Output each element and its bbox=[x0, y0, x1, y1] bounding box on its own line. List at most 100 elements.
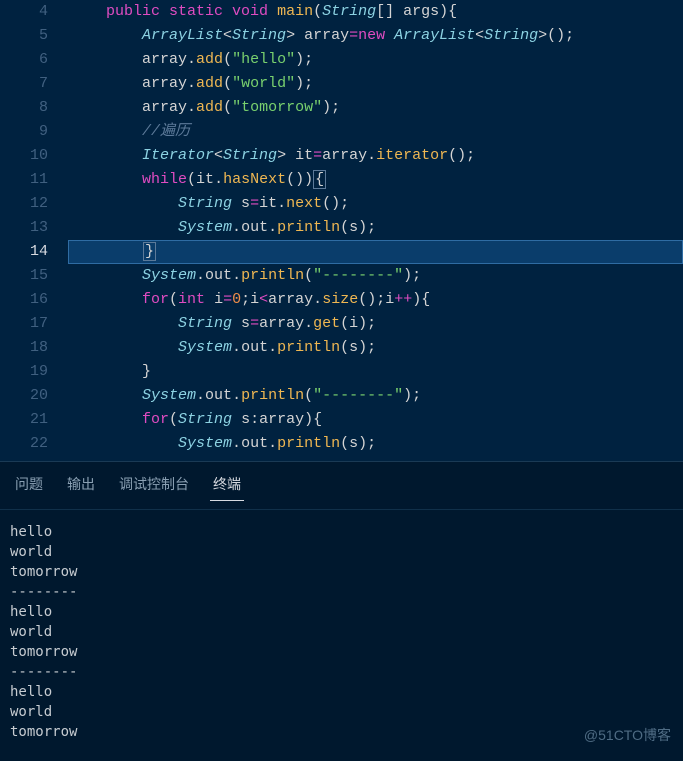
code-line[interactable]: for(String s:array){ bbox=[68, 408, 683, 432]
token: for bbox=[142, 411, 169, 428]
bottom-panel: 问题输出调试控制台终端 helloworldtomorrow--------he… bbox=[0, 461, 683, 761]
token: < bbox=[259, 291, 268, 308]
token: . bbox=[196, 267, 205, 284]
token: s bbox=[241, 315, 250, 332]
code-line[interactable]: String s=it.next(); bbox=[68, 192, 683, 216]
panel-tab[interactable]: 调试控制台 bbox=[116, 472, 192, 501]
token: . bbox=[232, 435, 241, 452]
line-number: 6 bbox=[0, 48, 48, 72]
token: array bbox=[304, 27, 349, 44]
terminal-line: tomorrow bbox=[10, 722, 673, 742]
token: = bbox=[223, 291, 232, 308]
code-line[interactable]: for(int i=0;i<array.size();i++){ bbox=[68, 288, 683, 312]
token: array bbox=[259, 411, 304, 428]
token: . bbox=[367, 147, 376, 164]
token: iterator bbox=[376, 147, 448, 164]
token: add bbox=[196, 51, 223, 68]
code-line[interactable]: array.add("hello"); bbox=[68, 48, 683, 72]
code-line[interactable]: } bbox=[68, 240, 683, 264]
token: i bbox=[385, 291, 394, 308]
line-number: 13 bbox=[0, 216, 48, 240]
code-line[interactable]: System.out.println(s); bbox=[68, 216, 683, 240]
code-line[interactable]: System.out.println("--------"); bbox=[68, 264, 683, 288]
token: < bbox=[223, 27, 232, 44]
token: array bbox=[142, 75, 187, 92]
code-line[interactable]: //遍历 bbox=[68, 120, 683, 144]
token: String bbox=[232, 27, 286, 44]
code-line[interactable]: public static void main(String[] args){ bbox=[68, 0, 683, 24]
token: = bbox=[349, 27, 358, 44]
token: ( bbox=[340, 315, 349, 332]
token: out bbox=[241, 435, 268, 452]
token: < bbox=[214, 147, 223, 164]
token: . bbox=[232, 387, 241, 404]
token: ){ bbox=[412, 291, 430, 308]
code-line[interactable]: System.out.println(s); bbox=[68, 336, 683, 360]
token: ( bbox=[187, 171, 196, 188]
line-number: 5 bbox=[0, 24, 48, 48]
code-line[interactable]: System.out.println(s); bbox=[68, 432, 683, 456]
token: int bbox=[178, 291, 214, 308]
token: //遍历 bbox=[142, 123, 190, 140]
token: String bbox=[322, 3, 376, 20]
token: ); bbox=[403, 267, 421, 284]
token: add bbox=[196, 99, 223, 116]
token: out bbox=[205, 267, 232, 284]
token: static bbox=[169, 3, 232, 20]
code-line[interactable]: ArrayList<String> array=new ArrayList<St… bbox=[68, 24, 683, 48]
token: String bbox=[178, 411, 241, 428]
token: s bbox=[349, 219, 358, 236]
code-line[interactable]: Iterator<String> it=array.iterator(); bbox=[68, 144, 683, 168]
line-number: 11 bbox=[0, 168, 48, 192]
token: new bbox=[358, 27, 394, 44]
token: out bbox=[241, 339, 268, 356]
token: i bbox=[349, 315, 358, 332]
token: String bbox=[484, 27, 538, 44]
terminal-line: -------- bbox=[10, 662, 673, 682]
code-line[interactable]: System.out.println("--------"); bbox=[68, 384, 683, 408]
token: ++ bbox=[394, 291, 412, 308]
token: array bbox=[322, 147, 367, 164]
panel-tab[interactable]: 终端 bbox=[210, 472, 244, 501]
token: ( bbox=[304, 267, 313, 284]
terminal-line: world bbox=[10, 542, 673, 562]
terminal-line: tomorrow bbox=[10, 562, 673, 582]
panel-tab[interactable]: 输出 bbox=[64, 472, 98, 501]
terminal-line: -------- bbox=[10, 582, 673, 602]
terminal-output[interactable]: helloworldtomorrow--------helloworldtomo… bbox=[0, 510, 683, 742]
token: . bbox=[232, 339, 241, 356]
code-line[interactable]: while(it.hasNext()){ bbox=[68, 168, 683, 192]
token: [] bbox=[376, 3, 403, 20]
token: System bbox=[178, 219, 232, 236]
token: "--------" bbox=[313, 267, 403, 284]
token: { bbox=[313, 170, 326, 189]
token: < bbox=[475, 27, 484, 44]
token: add bbox=[196, 75, 223, 92]
token: } bbox=[143, 242, 156, 261]
token: ()) bbox=[286, 171, 313, 188]
token: array bbox=[259, 315, 304, 332]
code-line[interactable]: array.add("world"); bbox=[68, 72, 683, 96]
token: ( bbox=[223, 75, 232, 92]
line-number: 12 bbox=[0, 192, 48, 216]
line-number: 15 bbox=[0, 264, 48, 288]
line-number-gutter: 45678910111213141516171819202122 bbox=[0, 0, 68, 461]
code-line[interactable]: array.add("tomorrow"); bbox=[68, 96, 683, 120]
token: ); bbox=[358, 315, 376, 332]
token: ( bbox=[340, 435, 349, 452]
line-number: 22 bbox=[0, 432, 48, 456]
token: i bbox=[214, 291, 223, 308]
token: hasNext bbox=[223, 171, 286, 188]
code-area[interactable]: public static void main(String[] args){ … bbox=[68, 0, 683, 461]
token: = bbox=[313, 147, 322, 164]
token: String bbox=[223, 147, 277, 164]
token: String bbox=[178, 195, 241, 212]
line-number: 21 bbox=[0, 408, 48, 432]
panel-tab[interactable]: 问题 bbox=[12, 472, 46, 501]
code-line[interactable]: String s=array.get(i); bbox=[68, 312, 683, 336]
token: (); bbox=[322, 195, 349, 212]
token: void bbox=[232, 3, 277, 20]
token: 0 bbox=[232, 291, 241, 308]
token: ); bbox=[358, 339, 376, 356]
code-line[interactable]: } bbox=[68, 360, 683, 384]
